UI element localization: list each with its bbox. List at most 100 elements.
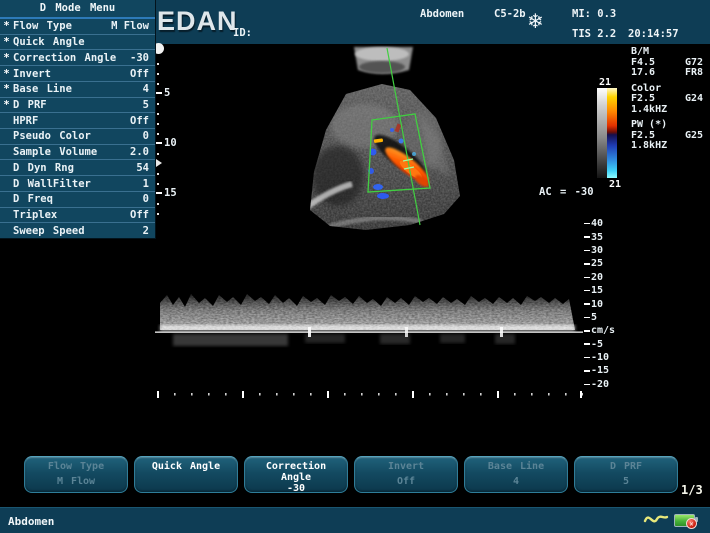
menu-item-label: Flow Type <box>13 20 111 32</box>
menu-item-label: Triplex <box>13 209 130 221</box>
menu-title: D Mode Menu <box>0 0 155 19</box>
wave-icon[interactable] <box>643 511 669 527</box>
probe-model: C5-2b <box>494 8 526 20</box>
param-left: PW (*) <box>631 120 667 131</box>
menu-item-value: 0 <box>143 130 155 142</box>
focus-marker <box>156 159 162 167</box>
velocity-label: 15 <box>584 284 628 297</box>
velocity-label: 5 <box>584 311 628 324</box>
gray-map-bar <box>597 88 607 178</box>
active-star: * <box>0 99 13 111</box>
param-right: FR8 <box>685 68 703 79</box>
param-left: B/M <box>631 47 649 58</box>
softkey-button[interactable]: Invert Off <box>354 456 458 493</box>
param-right: G24 <box>685 94 703 105</box>
param-left: 1.8kHZ <box>631 141 667 152</box>
param-row: 1.8kHZ <box>631 141 703 152</box>
color-scale-bottom-value: 21 <box>609 179 621 190</box>
menu-item[interactable]: D Freq 0 <box>0 192 155 208</box>
menu-item[interactable]: D Dyn Rng 54 <box>0 160 155 176</box>
velocity-label: 40 <box>584 217 628 230</box>
menu-item[interactable]: * Base Line 4 <box>0 82 155 98</box>
param-row: 1.4kHZ <box>631 105 703 116</box>
depth-label: 5 <box>156 68 186 118</box>
active-star: * <box>0 52 13 64</box>
menu-item[interactable]: Sample Volume 2.0 <box>0 145 155 161</box>
menu-item-list: * Flow Type M Flow * Quick Angle * Corre… <box>0 19 155 238</box>
clock: 20:14:57 <box>628 28 679 40</box>
softkey-button[interactable]: Correction Angle -30 <box>244 456 348 493</box>
menu-item-value: 1 <box>143 178 155 190</box>
menu-item[interactable]: * Correction Angle -30 <box>0 50 155 66</box>
menu-item-value: Off <box>130 68 155 80</box>
menu-item[interactable]: * Quick Angle <box>0 35 155 51</box>
menu-item-label: Pseudo Color <box>13 130 143 142</box>
error-badge: ✕ <box>686 518 697 529</box>
menu-item-value: Off <box>130 115 155 127</box>
softkey-value: -30 <box>247 483 345 494</box>
menu-item-value: 0 <box>143 193 155 205</box>
softkey-label: Flow Type <box>27 461 125 472</box>
menu-item-label: Sweep Speed <box>13 225 143 237</box>
velocity-label: -5 <box>584 338 628 351</box>
freeze-icon: ❄ <box>527 9 544 33</box>
menu-item-value: Off <box>130 209 155 221</box>
softkey-button[interactable]: Flow Type M Flow <box>24 456 128 493</box>
menu-item[interactable]: Pseudo Color 0 <box>0 129 155 145</box>
softkey-label: Base Line <box>467 461 565 472</box>
spectral-baseline <box>155 332 583 333</box>
menu-item-value: 5 <box>143 99 155 111</box>
menu-item-label: Invert <box>13 68 130 80</box>
menu-item[interactable]: * Flow Type M Flow <box>0 19 155 35</box>
active-star: * <box>0 20 13 32</box>
menu-item[interactable]: D WallFilter 1 <box>0 176 155 192</box>
angle-correction-readout: AC = -30 <box>539 186 594 198</box>
menu-item-value: 2 <box>143 225 155 237</box>
menu-item-label: Correction Angle <box>13 52 130 64</box>
patient-id-label: ID: <box>233 27 252 39</box>
menu-item-label: D Freq <box>13 193 143 205</box>
pw-spectral-trace[interactable] <box>155 285 585 400</box>
time-axis-ticks <box>157 393 583 400</box>
d-mode-menu: D Mode Menu * Flow Type M Flow * Quick A… <box>0 0 156 239</box>
menu-item[interactable]: Triplex Off <box>0 208 155 224</box>
softkey-button[interactable]: Base Line 4 <box>464 456 568 493</box>
menu-item[interactable]: HPRF Off <box>0 113 155 129</box>
velocity-label: 20 <box>584 271 628 284</box>
softkey-value: 5 <box>577 476 675 487</box>
mi-value: MI: 0.3 <box>572 8 616 20</box>
param-row: B/M <box>631 47 703 58</box>
param-row: 17.6 FR8 <box>631 68 703 79</box>
softkey-label: Quick Angle <box>137 461 235 472</box>
softkey-label: D PRF <box>577 461 675 472</box>
bmode-color-image[interactable] <box>270 44 480 234</box>
acquisition-params: B/M F4.5 G72 17.6 FR8 Color F2.5 G24 <box>631 47 703 152</box>
depth-label: 15 <box>156 168 186 218</box>
softkey-page-indicator: 1/3 <box>681 483 703 497</box>
color-map-bar <box>607 88 617 178</box>
menu-item-value: M Flow <box>111 20 155 32</box>
softkey-button[interactable]: D PRF 5 <box>574 456 678 493</box>
softkey-value: M Flow <box>27 476 125 487</box>
menu-item[interactable]: * Invert Off <box>0 66 155 82</box>
velocity-label: -10 <box>584 351 628 364</box>
softkey-label: Correction Angle <box>247 461 345 483</box>
depth-scale: 51015 <box>156 68 186 218</box>
velocity-label: 30 <box>584 244 628 257</box>
velocity-label: 35 <box>584 230 628 243</box>
param-row: PW (*) <box>631 120 703 131</box>
color-scale-top-value: 21 <box>599 77 611 88</box>
softkey-button[interactable]: Quick Angle <box>134 456 238 493</box>
velocity-label: 25 <box>584 257 628 270</box>
menu-item[interactable]: Sweep Speed 2 <box>0 223 155 238</box>
menu-item[interactable]: * D PRF 5 <box>0 98 155 114</box>
velocity-label: -15 <box>584 364 628 377</box>
status-preset: Abdomen <box>8 515 54 528</box>
ultrasound-screen: EDAN ID: Abdomen C5-2b ❄ MI: 0.3 TIS 2.2… <box>0 0 710 533</box>
param-left: 17.6 <box>631 68 655 79</box>
tis-value: TIS 2.2 <box>572 28 616 40</box>
velocity-label: -20 <box>584 378 628 391</box>
menu-item-label: HPRF <box>13 115 130 127</box>
menu-item-label: D Dyn Rng <box>13 162 136 174</box>
menu-item-value: 2.0 <box>130 146 155 158</box>
